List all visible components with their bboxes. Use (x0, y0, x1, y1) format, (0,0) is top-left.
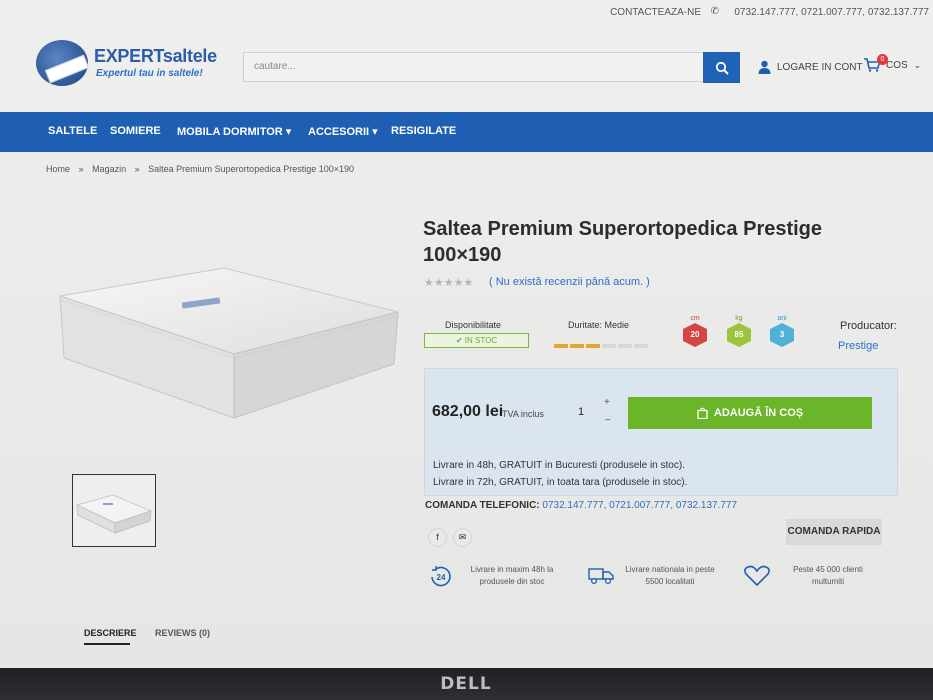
main-nav: SALTELE SOMIERE MOBILA DORMITOR ▾ ACCESO… (0, 112, 933, 152)
durity-bar (554, 344, 648, 348)
phone-icon: ✆ (710, 6, 719, 17)
email-share-icon[interactable]: ✉ (453, 528, 472, 547)
producer-link[interactable]: Prestige (838, 340, 878, 352)
feature-text-fast-delivery: Livrare in maxim 48h la produsele din st… (470, 565, 554, 586)
login-link[interactable]: LOGARE IN CONT (758, 60, 863, 74)
durity-segment (586, 344, 600, 348)
durity-segment (618, 344, 632, 348)
login-label: LOGARE IN CONT (777, 61, 863, 73)
spec-height-value: 20 (683, 323, 707, 347)
order-phone: COMANDA TELEFONIC: 0732.147.777, 0721.00… (425, 500, 737, 511)
monitor-bezel: DELL (0, 668, 933, 700)
durity-segment (634, 344, 648, 348)
product-main-image[interactable] (56, 260, 401, 420)
tab-description[interactable]: DESCRIERE (84, 628, 137, 638)
logo-tagline: Expertul tau in saltele! (96, 68, 203, 79)
feature-text-happy-clients: Peste 45 000 clienti multumiti (793, 565, 863, 586)
quantity-minus-button[interactable]: − (605, 415, 611, 426)
durity-segment (554, 344, 568, 348)
search-input[interactable]: cautare... (243, 52, 705, 82)
spec-warranty-value: 3 (770, 323, 794, 347)
spec-warranty-unit: ani (777, 315, 787, 322)
spec-height-unit: cm (690, 315, 700, 322)
truck-icon (588, 568, 614, 584)
spec-weight-unit: kg (735, 315, 743, 322)
heart-icon (744, 565, 770, 587)
nav-item-resigilate[interactable]: RESIGILATE (391, 125, 456, 137)
topbar-phones: 0732.147.777, 0721.007.777, 0732.137.777 (734, 7, 929, 18)
durity-segment (570, 344, 584, 348)
delivery-info-national: Livrare in 72h, GRATUIT, in toata tara (… (433, 477, 688, 488)
breadcrumb-magazin[interactable]: Magazin (92, 164, 126, 174)
order-phone-numbers[interactable]: 0732.147.777, 0721.007.777, 0732.137.777 (542, 500, 737, 511)
reviews-link[interactable]: ( Nu există recenzii până acum. ) (489, 276, 650, 288)
product-title: Saltea Premium Superortopedica Prestige … (423, 218, 823, 266)
breadcrumb-current: Saltea Premium Superortopedica Prestige … (148, 164, 355, 174)
producer-label: Producator: (840, 320, 897, 332)
nav-item-somiere[interactable]: SOMIERE (110, 125, 161, 137)
tva-label: TVA inclus (502, 409, 544, 419)
rating-stars: ★★★★★ (424, 277, 474, 289)
feature-text-national-delivery: Livrare nationala in peste 5500 localita… (625, 565, 715, 586)
top-bar: CONTACTEAZA-NE ✆ 0732.147.777, 0721.007.… (0, 0, 933, 24)
spec-warranty: ani 3 (768, 315, 796, 347)
durity-segment (602, 344, 616, 348)
breadcrumb-separator: » (78, 164, 84, 174)
chevron-down-icon: ⌄ (913, 59, 922, 70)
quantity-stepper[interactable]: 1 + − (570, 397, 618, 429)
quantity-value[interactable]: 1 (578, 406, 584, 418)
logo-name: EXPERTsaltele (94, 46, 217, 66)
cart-count-badge: 0 (877, 54, 888, 65)
shopping-bag-icon (697, 407, 708, 419)
durity-label: Duritate: Medie (568, 320, 630, 330)
availability-badge: ✔ IN STOC (424, 333, 529, 348)
cart-label: COS (886, 59, 908, 71)
nav-item-mobila-dormitor[interactable]: MOBILA DORMITOR ▾ (177, 125, 291, 138)
24h-icon: 24 (431, 566, 451, 587)
nav-item-accesorii[interactable]: ACCESORII ▾ (308, 125, 378, 138)
add-to-cart-button[interactable]: ADAUGĂ ÎN COȘ (628, 397, 872, 429)
breadcrumb: Home » Magazin » Saltea Premium Superort… (46, 164, 360, 174)
add-to-cart-label: ADAUGĂ ÎN COȘ (713, 407, 804, 419)
breadcrumb-home[interactable]: Home (46, 164, 70, 174)
logo-mark-icon (36, 40, 88, 86)
spec-height: cm 20 (681, 315, 709, 347)
facebook-share-icon[interactable]: f (428, 528, 447, 547)
product-price: 682,00 lei (432, 403, 504, 420)
site-logo[interactable]: EXPERTsaltele Expertul tau in saltele! (36, 38, 236, 94)
cart-link[interactable]: 0 COS ⌄ (864, 54, 922, 72)
browser-screen: CONTACTEAZA-NE ✆ 0732.147.777, 0721.007.… (0, 0, 933, 668)
active-tab-underline (84, 643, 130, 645)
user-icon (758, 60, 771, 74)
availability-label: Disponibilitate (445, 320, 502, 330)
spec-weight: kg 85 (725, 315, 753, 347)
search-button[interactable] (703, 52, 740, 83)
24h-icon-label: 24 (437, 573, 446, 582)
header: EXPERTsaltele Expertul tau in saltele! c… (0, 30, 933, 110)
nav-item-saltele[interactable]: SALTELE (48, 125, 97, 137)
spec-weight-value: 85 (727, 323, 751, 347)
contact-link[interactable]: CONTACTEAZA-NE (610, 7, 701, 18)
quick-order-button[interactable]: COMANDA RAPIDA (786, 519, 882, 545)
breadcrumb-separator: » (134, 164, 140, 174)
quantity-plus-button[interactable]: + (604, 397, 610, 408)
product-thumbnail[interactable] (72, 474, 156, 547)
tab-reviews[interactable]: REVIEWS (0) (155, 628, 210, 638)
delivery-info-bucharest: Livrare in 48h, GRATUIT in Bucuresti (pr… (433, 460, 685, 471)
thumbnail-image (75, 494, 153, 534)
monitor-brand-logo: DELL (440, 674, 492, 694)
order-phone-label: COMANDA TELEFONIC: (425, 500, 540, 511)
search-icon (715, 61, 729, 75)
